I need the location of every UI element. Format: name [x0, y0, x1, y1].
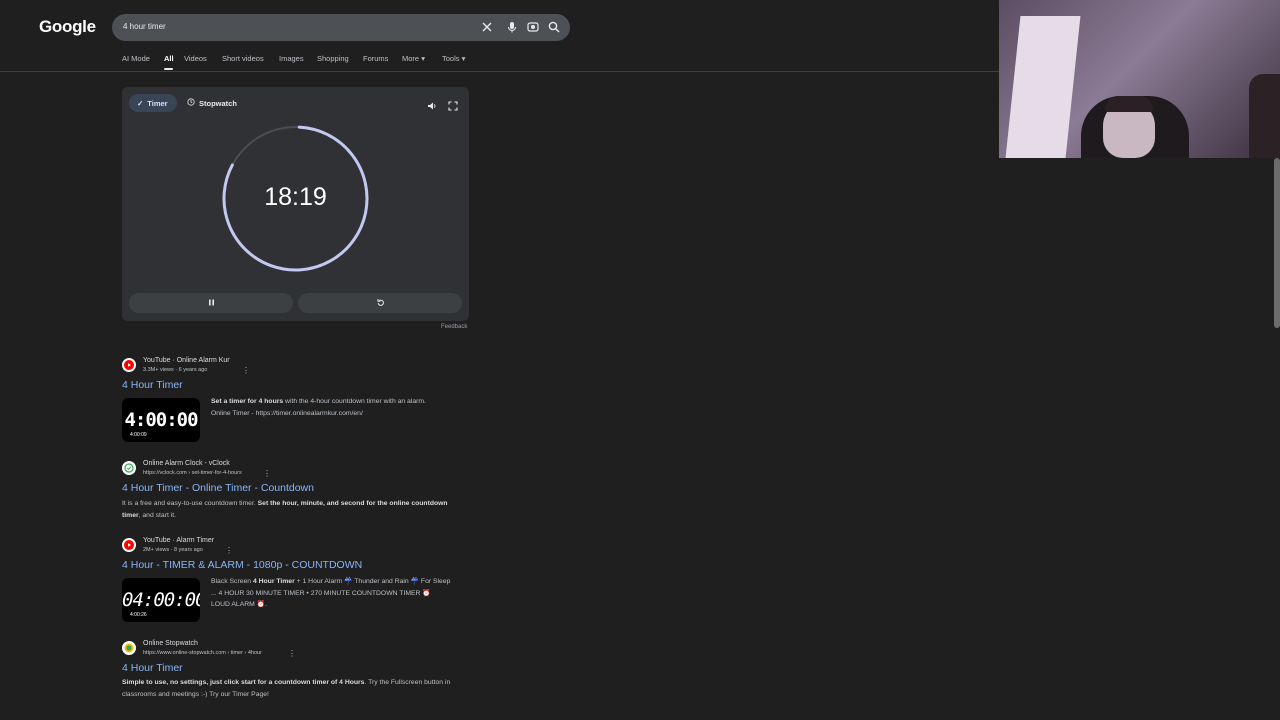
result-title[interactable]: 4 Hour Timer — [122, 379, 183, 391]
header-divider — [0, 71, 1000, 72]
tab-all[interactable]: All — [164, 54, 174, 63]
result-source[interactable]: Online Stopwatch — [143, 640, 198, 647]
vclock-icon — [122, 461, 136, 475]
more-options-icon[interactable]: ⋮ — [288, 649, 296, 658]
video-duration: 4:00:09 — [130, 432, 147, 438]
tab-ai-mode[interactable]: AI Mode — [122, 54, 150, 63]
tab-videos[interactable]: Videos — [184, 54, 207, 63]
snippet-bold: 4 Hour Timer — [252, 578, 295, 585]
stopwatch-icon — [187, 98, 195, 108]
chevron-down-icon: ▾ — [421, 54, 425, 63]
check-icon: ✓ — [137, 98, 144, 108]
tab-short-videos[interactable]: Short videos — [222, 54, 264, 63]
search-box[interactable]: 4 hour timer — [112, 14, 570, 41]
more-options-icon[interactable]: ⋮ — [263, 469, 271, 478]
result-source[interactable]: Online Alarm Clock - vClock — [143, 460, 230, 467]
result-meta[interactable]: https://vclock.com › set-timer-for-4-hou… — [143, 470, 242, 476]
result-meta: 3.3M+ views · 6 years ago — [143, 367, 208, 373]
timer-widget: ✓ Timer Stopwatch 18:19 — [122, 87, 469, 321]
tab-tools-label: Tools — [442, 54, 460, 63]
tab-more[interactable]: More ▾ — [402, 54, 425, 63]
video-duration: 4:00:26 — [130, 612, 147, 618]
more-options-icon[interactable]: ⋮ — [225, 546, 233, 555]
google-logo[interactable]: Google — [39, 17, 96, 37]
microphone-icon[interactable] — [505, 20, 519, 34]
tab-images[interactable]: Images — [279, 54, 304, 63]
snippet-text: Black Screen — [211, 578, 253, 585]
result-snippet: Simple to use, no settings, just click s… — [122, 677, 462, 700]
search-input[interactable]: 4 hour timer — [123, 22, 166, 31]
snippet-line: Online Timer - https://timer.onlinealarm… — [211, 409, 363, 417]
result-meta: 2M+ views · 8 years ago — [143, 547, 203, 553]
tab-forums[interactable]: Forums — [363, 54, 388, 63]
result-title[interactable]: 4 Hour - TIMER & ALARM - 1080p - COUNTDO… — [122, 559, 362, 571]
video-thumbnail[interactable]: 04:00:00 4:00:26 — [122, 578, 200, 622]
tab-tools[interactable]: Tools ▾ — [442, 54, 465, 63]
snippet-line: ... 4 HOUR 30 MINUTE TIMER • 270 MINUTE … — [211, 589, 431, 597]
webcam-figure — [1249, 74, 1280, 158]
snippet-text: + 1 Hour Alarm ☔ Thunder and Rain ☔ For … — [294, 578, 451, 585]
video-thumbnail[interactable]: 4:00:00 4:00:09 — [122, 398, 200, 442]
snippet-bold: Set a timer for 4 hours — [211, 398, 284, 405]
stopwatch-tab[interactable]: Stopwatch — [179, 94, 243, 112]
timer-tab-label: Timer — [147, 98, 168, 108]
reset-button[interactable] — [298, 293, 462, 313]
result-meta[interactable]: https://www.online-stopwatch.com › timer… — [143, 650, 262, 656]
sound-icon[interactable] — [427, 98, 437, 110]
result-snippet: It is a free and easy-to-use countdown t… — [122, 498, 452, 521]
search-icon[interactable] — [547, 20, 561, 34]
timer-display: 18:19 — [264, 183, 327, 211]
reset-icon — [376, 294, 385, 312]
online-stopwatch-icon — [122, 641, 136, 655]
result-title[interactable]: 4 Hour Timer — [122, 662, 183, 674]
lens-icon[interactable] — [526, 20, 540, 34]
snippet-text: with the 4-hour countdown timer with an … — [283, 398, 426, 405]
thumbnail-text: 04:00:00 — [122, 589, 200, 611]
webcam-overlay — [999, 0, 1280, 158]
clear-icon[interactable] — [480, 20, 494, 34]
webcam-background — [1005, 16, 1081, 158]
pause-icon — [207, 294, 216, 312]
more-options-icon[interactable]: ⋮ — [242, 366, 250, 375]
chevron-down-icon: ▾ — [461, 54, 466, 63]
active-tab-indicator — [164, 68, 173, 70]
stopwatch-tab-label: Stopwatch — [199, 98, 237, 108]
webcam-hair — [1105, 96, 1153, 112]
result-title[interactable]: 4 Hour Timer - Online Timer - Countdown — [122, 482, 314, 494]
page-scrollbar[interactable] — [1274, 158, 1280, 328]
fullscreen-icon[interactable] — [448, 98, 458, 111]
tab-shopping[interactable]: Shopping — [317, 54, 349, 63]
snippet-text: , and start it. — [138, 511, 177, 519]
youtube-icon — [122, 358, 136, 372]
snippet-line: LOUD ALARM ⏰. — [211, 601, 268, 608]
snippet-bold: Simple to use, no settings, just click s… — [122, 679, 365, 686]
result-snippet: Black Screen 4 Hour Timer + 1 Hour Alarm… — [211, 576, 476, 611]
thumbnail-text: 4:00:00 — [124, 409, 198, 431]
result-source[interactable]: YouTube · Online Alarm Kur — [143, 357, 230, 364]
result-source[interactable]: YouTube · Alarm Timer — [143, 537, 214, 544]
youtube-icon — [122, 538, 136, 552]
tab-more-label: More — [402, 54, 420, 63]
result-snippet: Set a timer for 4 hours with the 4-hour … — [211, 396, 471, 419]
snippet-text: It is a free and easy-to-use countdown t… — [122, 500, 258, 507]
timer-tab[interactable]: ✓ Timer — [129, 94, 177, 112]
feedback-link[interactable]: Feedback — [441, 324, 467, 330]
pause-button[interactable] — [129, 293, 293, 313]
